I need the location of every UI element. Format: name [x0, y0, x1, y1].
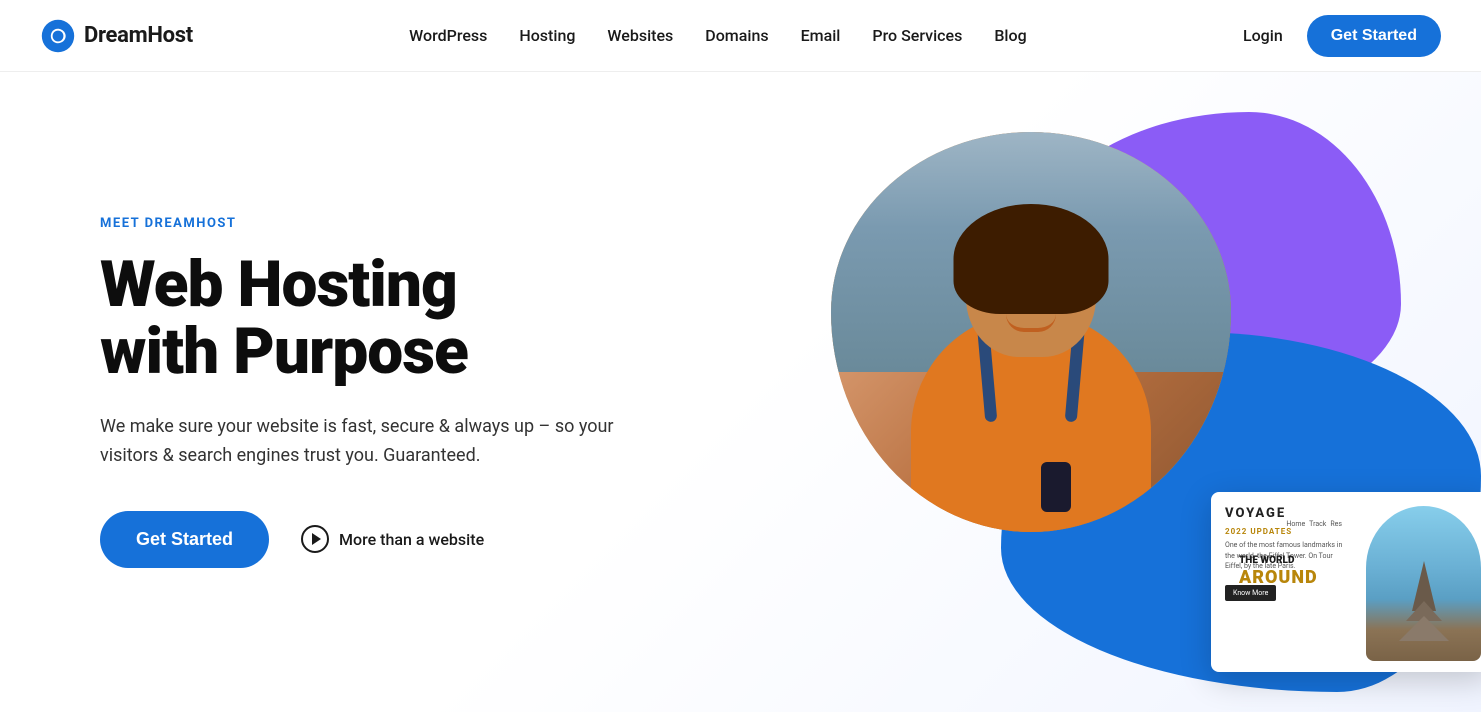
nav-item-websites[interactable]: Websites [607, 26, 673, 45]
hero-title-line2: with Purpose [100, 314, 468, 389]
more-than-website-link[interactable]: More than a website [301, 525, 484, 553]
hero-title: Web Hosting with Purpose [100, 251, 620, 385]
phone [1041, 462, 1071, 512]
play-icon [301, 525, 329, 553]
nav-item-pro-services[interactable]: Pro Services [872, 26, 962, 45]
photo-inner [831, 132, 1231, 532]
nav-item-domains[interactable]: Domains [705, 26, 768, 45]
hero-eyebrow: MEET DREAMHOST [100, 216, 620, 231]
voyage-world-text: THE WORLD AROUND [1239, 555, 1318, 589]
hero-content: MEET DREAMHOST Web Hosting with Purpose … [100, 216, 620, 568]
world-label: THE WORLD [1239, 555, 1318, 567]
hero-title-line1: Web Hosting [100, 247, 457, 322]
hero-visual: Home Track Res VOYAGE 2022 UPDATES One o… [781, 82, 1481, 702]
nav-item-hosting[interactable]: Hosting [519, 26, 575, 45]
tower-base [1399, 616, 1449, 641]
brand-name: DreamHost [84, 23, 193, 48]
voyage-brand: VOYAGE [1225, 506, 1477, 521]
voyage-nav: Home Track Res [1286, 520, 1342, 528]
hero-person-photo [831, 132, 1231, 532]
smile [1006, 314, 1056, 332]
voyage-card: Home Track Res VOYAGE 2022 UPDATES One o… [1211, 492, 1481, 672]
nav-item-email[interactable]: Email [801, 26, 841, 45]
nav-get-started-button[interactable]: Get Started [1307, 15, 1441, 57]
nav-links: WordPress Hosting Websites Domains Email… [409, 26, 1026, 45]
hero-get-started-button[interactable]: Get Started [100, 511, 269, 568]
hero-subtitle: We make sure your website is fast, secur… [100, 413, 620, 471]
secondary-link-label: More than a website [339, 530, 484, 549]
dreamhost-logo-icon [40, 18, 76, 54]
voyage-updates-label: 2022 UPDATES [1225, 527, 1477, 536]
hair [954, 204, 1109, 314]
hero-actions: Get Started More than a website [100, 511, 620, 568]
navbar: DreamHost WordPress Hosting Websites Dom… [0, 0, 1481, 72]
around-label: AROUND [1239, 567, 1318, 589]
hero-section: MEET DREAMHOST Web Hosting with Purpose … [0, 72, 1481, 712]
nav-right: Login Get Started [1243, 15, 1441, 57]
login-button[interactable]: Login [1243, 26, 1283, 45]
nav-item-blog[interactable]: Blog [994, 26, 1026, 45]
person-body [891, 192, 1171, 532]
nav-item-wordpress[interactable]: WordPress [409, 26, 487, 45]
brand-logo[interactable]: DreamHost [40, 18, 193, 54]
